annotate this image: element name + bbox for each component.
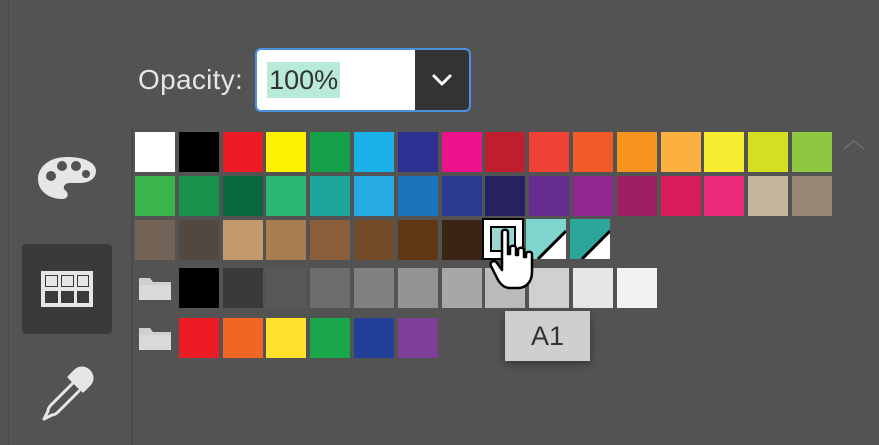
opacity-label: Opacity: — [138, 64, 244, 95]
swatch[interactable] — [529, 132, 570, 172]
swatch[interactable] — [266, 220, 307, 260]
chevron-down-icon — [432, 74, 452, 86]
swatch-bright[interactable] — [397, 318, 438, 358]
swatch[interactable] — [310, 220, 351, 260]
swatch[interactable] — [616, 132, 657, 172]
hand-pointer-icon — [489, 228, 534, 290]
palette-button[interactable] — [22, 133, 112, 223]
swatch[interactable] — [748, 132, 789, 172]
swatch[interactable] — [266, 132, 307, 172]
swatch[interactable] — [616, 176, 657, 216]
swatch[interactable] — [660, 132, 701, 172]
swatch[interactable] — [354, 132, 394, 172]
swatch-gray[interactable] — [573, 268, 613, 308]
swatch[interactable] — [397, 132, 438, 172]
scroll-up-icon[interactable] — [841, 138, 867, 152]
opacity-value: 100% — [267, 62, 341, 98]
swatch[interactable] — [178, 132, 219, 172]
folder-icon[interactable] — [135, 268, 175, 308]
swatch-bright[interactable] — [178, 318, 219, 358]
left-rail — [8, 0, 131, 445]
swatch-bright[interactable] — [266, 318, 307, 358]
swatch-gray[interactable] — [616, 268, 657, 308]
swatch-gray[interactable] — [266, 268, 307, 308]
swatch[interactable] — [178, 220, 219, 260]
swatch[interactable] — [222, 220, 263, 260]
swatch-teal-dark[interactable] — [570, 219, 610, 259]
swatch[interactable] — [441, 220, 482, 260]
swatch[interactable] — [573, 132, 613, 172]
swatch[interactable] — [178, 176, 219, 216]
swatch[interactable] — [485, 176, 526, 216]
opacity-input[interactable]: 100% — [257, 50, 415, 110]
swatch[interactable] — [792, 132, 832, 172]
swatch[interactable] — [485, 132, 526, 172]
swatch[interactable] — [397, 220, 438, 260]
swatch-gray[interactable] — [222, 268, 263, 308]
content-divider — [131, 128, 133, 445]
swatch[interactable] — [441, 176, 482, 216]
swatch[interactable] — [222, 132, 263, 172]
swatch-gray[interactable] — [178, 268, 219, 308]
swatch[interactable] — [135, 176, 175, 216]
swatch-tooltip: A1 — [505, 311, 590, 361]
swatch-gray[interactable] — [397, 268, 438, 308]
swatch[interactable] — [310, 176, 351, 216]
swatch[interactable] — [135, 132, 175, 172]
swatch[interactable] — [310, 132, 351, 172]
swatch[interactable] — [748, 176, 789, 216]
swatch[interactable] — [222, 176, 263, 216]
swatch[interactable] — [704, 176, 745, 216]
swatch[interactable] — [354, 176, 394, 216]
opacity-combobox[interactable]: 100% — [255, 48, 472, 112]
swatch[interactable] — [529, 176, 570, 216]
swatch-bright[interactable] — [222, 318, 263, 358]
swatch-gray[interactable] — [354, 268, 394, 308]
swatch[interactable] — [792, 176, 832, 216]
swatch[interactable] — [441, 132, 482, 172]
swatches-button[interactable] — [22, 244, 112, 334]
swatch[interactable] — [660, 176, 701, 216]
swatch[interactable] — [704, 132, 745, 172]
swatch-gray[interactable] — [310, 268, 351, 308]
swatch-bright[interactable] — [310, 318, 351, 358]
swatch[interactable] — [573, 176, 613, 216]
swatch[interactable] — [354, 220, 394, 260]
palette-icon — [38, 157, 96, 199]
eyedropper-button[interactable] — [22, 350, 112, 440]
swatches-grid-icon — [41, 271, 93, 307]
opacity-dropdown-button[interactable] — [415, 50, 470, 110]
swatch-bright[interactable] — [354, 318, 394, 358]
swatch-gray[interactable] — [441, 268, 482, 308]
eyedropper-icon — [42, 366, 94, 421]
swatch[interactable] — [135, 220, 175, 260]
folder-icon[interactable] — [135, 318, 175, 358]
opacity-row: Opacity: 100% — [138, 48, 472, 112]
swatch[interactable] — [266, 176, 307, 216]
swatch[interactable] — [397, 176, 438, 216]
